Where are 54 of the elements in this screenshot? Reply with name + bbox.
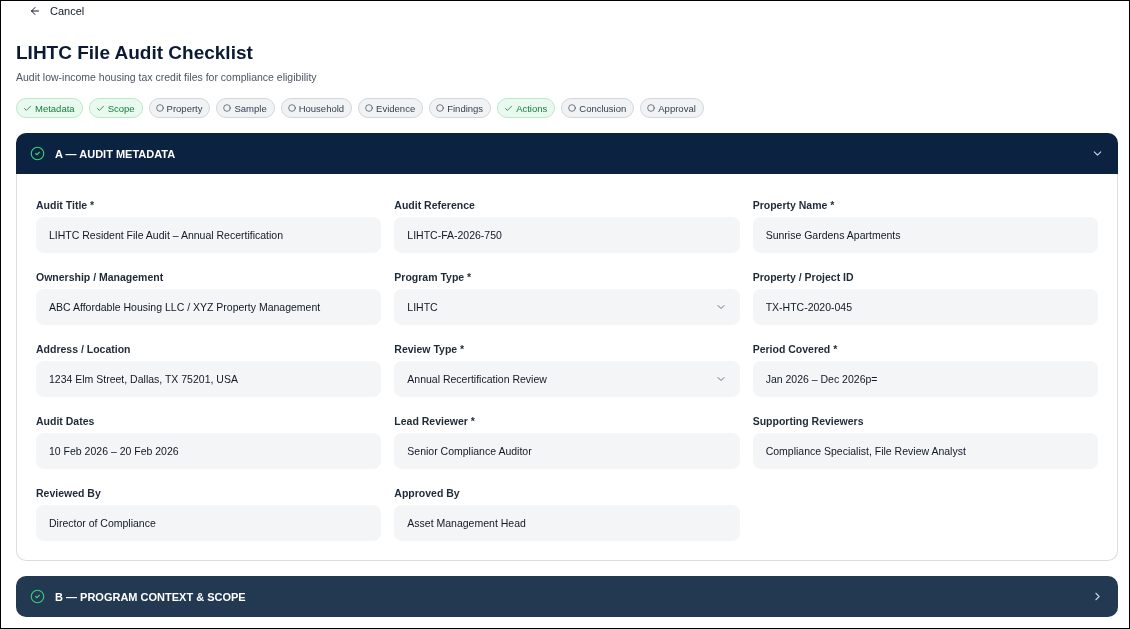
field-label: Audit Title * xyxy=(36,198,96,212)
circle-icon xyxy=(155,104,164,112)
check-icon xyxy=(23,103,32,113)
field-label: Ownership / Management xyxy=(36,270,165,284)
field-label: Period Covered * xyxy=(752,342,839,356)
step-pill[interactable]: Scope xyxy=(88,98,143,118)
cancel-button[interactable]: Cancel xyxy=(29,5,85,17)
check-icon xyxy=(95,103,105,113)
field-label: Program Type * xyxy=(394,270,473,284)
field-label: Supporting Reviewers xyxy=(752,414,865,428)
circle-icon xyxy=(365,104,374,112)
step-pill[interactable]: Metadata xyxy=(16,98,83,118)
text-field[interactable]: Jan 2026 – Dec 2026p= xyxy=(752,361,1098,397)
field-label: Approved By xyxy=(394,486,461,500)
section-header[interactable]: B — PROGRAM CONTEXT & SCOPE xyxy=(16,576,1118,617)
arrow-left-icon xyxy=(29,5,41,17)
field-label: Lead Reviewer * xyxy=(394,414,476,428)
field-label: Audit Reference xyxy=(394,198,476,212)
select-field[interactable]: Annual Recertification Review xyxy=(394,361,740,397)
circle-icon xyxy=(647,104,656,112)
text-field[interactable]: Sunrise Gardens Apartments xyxy=(752,217,1098,253)
step-pill[interactable]: Approval xyxy=(640,98,704,118)
text-field[interactable]: Senior Compliance Auditor xyxy=(394,433,740,469)
text-field[interactable]: 10 Feb 2026 – 20 Feb 2026 xyxy=(36,433,382,469)
step-pill[interactable]: Findings xyxy=(429,98,492,118)
check-icon xyxy=(504,103,514,113)
text-field[interactable]: Director of Compliance xyxy=(36,505,382,541)
section-header[interactable]: A — AUDIT METADATA xyxy=(16,133,1118,174)
select-field[interactable]: LIHTC xyxy=(394,289,740,325)
page-title: LIHTC File Audit Checklist xyxy=(16,42,254,64)
step-pill[interactable]: Conclusion xyxy=(561,98,635,118)
text-field[interactable]: Asset Management Head xyxy=(394,505,740,541)
text-field[interactable]: TX-HTC-2020-045 xyxy=(752,289,1098,325)
step-pill[interactable]: Sample xyxy=(216,98,275,118)
text-field[interactable]: 1234 Elm Street, Dallas, TX 75201, USA xyxy=(36,361,382,397)
text-field[interactable]: LIHTC Resident File Audit – Annual Recertification xyxy=(36,217,382,253)
circle-icon xyxy=(436,104,445,112)
text-field[interactable]: LIHTC-FA-2026-750 xyxy=(394,217,740,253)
field-label: Review Type * xyxy=(394,342,466,356)
circle-icon xyxy=(223,104,232,112)
step-pill[interactable]: Household xyxy=(280,98,353,118)
field-label: Audit Dates xyxy=(36,414,96,428)
page-subtitle: Audit low-income housing tax credit files for compliance eligibility xyxy=(16,70,318,84)
field-label: Reviewed By xyxy=(36,486,102,500)
field-label: Address / Location xyxy=(36,342,132,356)
circle-icon xyxy=(568,104,577,112)
field-label: Property Name * xyxy=(752,198,836,212)
circle-icon xyxy=(287,104,296,112)
text-field[interactable]: ABC Affordable Housing LLC / XYZ Property Management xyxy=(36,289,382,325)
step-pill[interactable]: Evidence xyxy=(358,98,424,118)
step-pill[interactable]: Actions xyxy=(497,98,556,118)
field-label: Property / Project ID xyxy=(752,270,855,284)
step-pill[interactable]: Property xyxy=(148,98,211,118)
text-field[interactable]: Compliance Specialist, File Review Analyst xyxy=(752,433,1098,469)
